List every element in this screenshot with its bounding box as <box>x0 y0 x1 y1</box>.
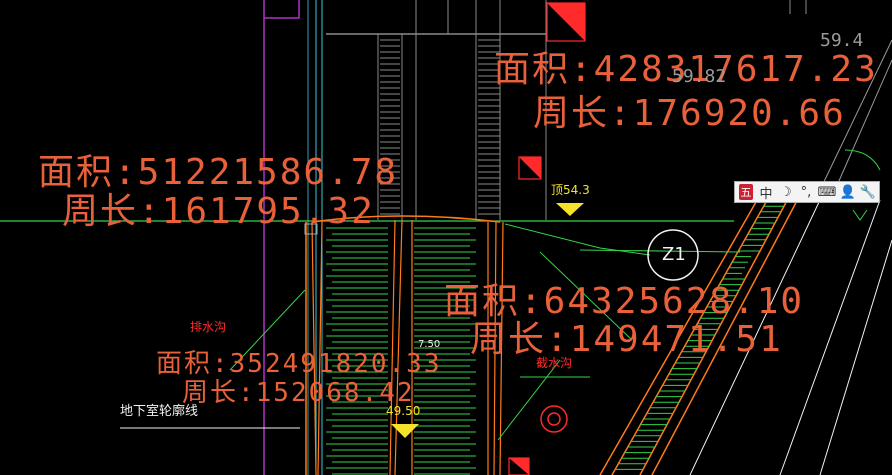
perimeter-label: 周长:149471.51 <box>470 319 783 360</box>
drain-label-right: 截水沟 <box>536 356 573 370</box>
area-label: 面积:51221586.78 <box>38 152 399 193</box>
elevation-top-label: 顶54.3 <box>551 183 590 197</box>
green-arrow <box>852 209 868 221</box>
ime-mode-toggle[interactable]: 中 <box>759 184 773 202</box>
perimeter-label: 周长:152068.42 <box>182 378 415 408</box>
area-label: 面积:352491820.33 <box>156 349 442 379</box>
z1-label: Z1 <box>662 244 686 265</box>
area-label: 面积:64325628.10 <box>444 281 805 322</box>
keyboard-icon[interactable]: ⌨ <box>818 184 837 200</box>
basement-outline-label: 地下室轮廓线 <box>120 404 199 419</box>
drain-edge <box>389 219 396 475</box>
drain-edge <box>394 219 403 475</box>
elevation-bottom-label: 49.50 <box>386 404 421 418</box>
manhole-inner <box>547 412 561 426</box>
marker-square <box>546 2 586 42</box>
ime-logo-icon[interactable]: 五 <box>739 184 753 200</box>
boundary-line-step <box>264 0 300 19</box>
user-icon[interactable]: 👤 <box>840 184 856 200</box>
marker-square <box>518 156 542 180</box>
manhole-outer <box>540 405 568 433</box>
elevation-marker <box>556 203 584 216</box>
perimeter-label: 周长:176920.66 <box>533 93 846 134</box>
green-arc <box>844 149 881 171</box>
marker-square <box>508 457 530 475</box>
coordinate-label: 59.4 <box>820 30 864 51</box>
ime-toolbar[interactable]: 五 中 ☽ °, ⌨ 👤 🔧 <box>734 181 880 203</box>
coordinate-label: 59.82 <box>672 66 727 87</box>
drain-label-left: 排水沟 <box>190 320 227 334</box>
elevation-marker <box>391 424 419 438</box>
moon-icon[interactable]: ☽ <box>779 184 793 200</box>
wrench-icon[interactable]: 🔧 <box>860 184 876 200</box>
punctuation-icon[interactable]: °, <box>799 184 813 200</box>
dimension-label: 7.50 <box>418 339 441 350</box>
perimeter-label: 周长:161795.32 <box>62 191 375 232</box>
